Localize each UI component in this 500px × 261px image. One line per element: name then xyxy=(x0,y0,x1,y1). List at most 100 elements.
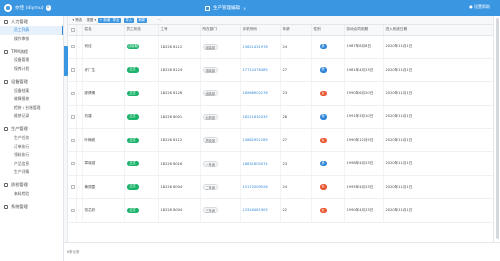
expand-arrow-icon[interactable]: › xyxy=(78,185,79,189)
employee-id-cell: 18226 8112 xyxy=(158,35,201,59)
sidebar-item[interactable]: 设备管理 xyxy=(0,56,63,65)
row-checkbox-cell[interactable] xyxy=(68,151,77,176)
sidebar-group[interactable]: 质检管理 xyxy=(0,181,63,190)
name-cell: 黄丽霞 xyxy=(82,175,125,200)
row-checkbox-cell[interactable] xyxy=(68,198,77,223)
phone-cell[interactable]: 18831805074 xyxy=(240,151,281,176)
expand-arrow-icon[interactable]: › xyxy=(78,138,79,142)
join-date-cell: 2020年11月1日 xyxy=(383,175,493,200)
row-checkbox[interactable] xyxy=(71,68,75,72)
view-switch-button[interactable]: 视图 ▾ xyxy=(85,18,98,24)
employee-id-cell: 18226 8126 xyxy=(158,81,201,106)
contract-date-cell: 1998年4月23日 xyxy=(344,151,384,176)
expand-arrow-icon[interactable]: › xyxy=(78,208,79,212)
tab-close-icon[interactable]: × xyxy=(243,6,246,11)
column-header: 员工状态 xyxy=(124,25,159,36)
gender-badge: 女 xyxy=(319,90,327,97)
row-checkbox-cell[interactable] xyxy=(68,105,77,130)
sidebar-item[interactable]: 订单执行 xyxy=(0,142,63,151)
sidebar-item[interactable]: 操作审核 xyxy=(0,35,63,44)
filter-button[interactable]: ▾ 筛选 xyxy=(71,18,84,24)
table-row[interactable]: › 张芯欣 正式 18226 8004 三车间 13316481905 22 女 1990年4月… xyxy=(68,198,493,223)
table-row[interactable]: › 叶梅苑 正式 18226 8112 质检部 13682951289 27 女 1990年12… xyxy=(68,128,493,153)
sidebar-item[interactable]: 检修 / 台账管理 xyxy=(0,104,63,113)
phone-cell[interactable]: 15172009526 xyxy=(240,175,281,200)
sidebar-item[interactable]: 生产任务 xyxy=(0,134,63,143)
employee-id-cell: 18226 8001 xyxy=(158,105,201,130)
sidebar-group[interactable]: 系统管理 xyxy=(0,202,63,211)
phone-cell[interactable]: 13682951289 xyxy=(240,128,281,153)
refresh-button[interactable]: 刷新 xyxy=(137,17,147,24)
active-tab[interactable]: 生产管理编辑 × xyxy=(205,4,246,12)
notification-badge[interactable]: 8 xyxy=(45,5,52,11)
age-cell: 23 xyxy=(280,81,312,106)
table-row[interactable]: › 何佳 试用期 18226 8112 组装部 13621431978 24 男 1987年6月… xyxy=(68,35,493,59)
tab-document-icon xyxy=(205,5,210,11)
table-row[interactable]: › 许厂生 正式 18226 8124 组装部 17712478489 27 男 1981年4月… xyxy=(68,58,493,83)
employee-id-cell: 18226 8004 xyxy=(158,175,201,200)
add-button[interactable]: + 新增 xyxy=(98,17,112,24)
department-tag: 后勤部 xyxy=(202,113,219,120)
sidebar-group[interactable]: 生产管理 xyxy=(0,125,63,134)
contract-date-cell: 1990年6月20日 xyxy=(344,81,384,106)
row-checkbox[interactable] xyxy=(71,44,75,49)
select-all-checkbox[interactable] xyxy=(68,25,77,36)
group-icon xyxy=(4,19,8,24)
expand-arrow-icon[interactable]: › xyxy=(78,91,79,95)
row-checkbox[interactable] xyxy=(71,91,75,96)
sidebar-item[interactable]: 维修记录 xyxy=(0,112,63,121)
sidebar-item[interactable]: 保养计划 xyxy=(0,65,63,74)
department-tag: 组装部 xyxy=(202,67,219,74)
sidebar-item[interactable]: 产品信息 xyxy=(0,160,63,169)
row-checkbox-cell[interactable] xyxy=(68,175,77,200)
user-menu[interactable]: ● 设置帮助 xyxy=(469,4,490,10)
sidebar-item[interactable]: 来料检验 xyxy=(0,190,63,199)
import-button[interactable]: 导入 xyxy=(124,17,134,24)
sidebar-item[interactable]: 员工列表 xyxy=(0,26,63,35)
sidebar-item[interactable]: 设备档案 xyxy=(0,86,63,95)
sidebar-group[interactable]: TPM流程 xyxy=(0,47,63,56)
phone-cell[interactable]: 17712478489 xyxy=(240,58,281,83)
expand-arrow-icon[interactable]: › xyxy=(78,162,79,166)
gender-badge: 男 xyxy=(319,114,327,120)
more-button[interactable]: ··· xyxy=(156,18,162,24)
phone-cell[interactable]: 18968902278 xyxy=(240,81,281,106)
sidebar-item[interactable]: 故障报修 xyxy=(0,95,63,104)
sidebar-item[interactable]: 生产详情 xyxy=(0,168,63,177)
table-row[interactable]: › 黄丽霞 正式 18226 8004 二车间 15172009526 24 女 1995年4月… xyxy=(68,175,493,200)
table-row[interactable]: › 廖倩倩 正式 18226 8126 组装部 18968902278 23 女 1990年6月… xyxy=(68,81,493,106)
expand-arrow-icon[interactable]: › xyxy=(78,45,79,49)
sidebar-group[interactable]: 设备管理 xyxy=(0,77,63,86)
age-cell: 24 xyxy=(280,35,312,59)
table-row[interactable]: › 章晓强 正式 18226 8016 一车间 18831805074 23 男 1998年4月… xyxy=(68,151,493,176)
phone-cell[interactable]: 13316481905 xyxy=(240,198,281,223)
row-checkbox-cell[interactable] xyxy=(68,128,77,153)
row-checkbox[interactable] xyxy=(71,138,75,142)
sidebar-item-label: 操作审核 xyxy=(14,35,30,41)
gender-badge: 男 xyxy=(319,67,327,73)
expand-arrow-icon[interactable]: › xyxy=(78,68,79,72)
row-checkbox[interactable] xyxy=(71,208,75,213)
export-button[interactable]: 导出 xyxy=(111,17,121,24)
table-row[interactable]: › 刘建 正式 18226 8001 后勤部 18221832035 28 男 1991年3月1… xyxy=(68,105,493,130)
sidebar-group[interactable]: 人力管理 xyxy=(0,17,63,26)
expand-arrow-icon[interactable]: › xyxy=(78,115,79,119)
brand[interactable]: 亦佳 (diymu) 8 xyxy=(4,3,52,13)
contract-date-cell: 1991年3月10日 xyxy=(344,105,384,130)
sidebar-group-label: 设备管理 xyxy=(11,78,28,84)
row-checkbox[interactable] xyxy=(71,115,75,119)
row-checkbox[interactable] xyxy=(71,185,75,189)
scrollbar-thumb[interactable] xyxy=(496,18,499,239)
status-cell: 正式 xyxy=(124,81,159,106)
row-checkbox-cell[interactable] xyxy=(68,35,77,59)
row-checkbox[interactable] xyxy=(71,161,75,166)
row-checkbox-cell[interactable] xyxy=(68,58,77,83)
phone-cell[interactable]: 13621431978 xyxy=(240,35,281,59)
age-cell: 28 xyxy=(280,105,312,130)
phone-cell[interactable]: 18221832035 xyxy=(240,105,281,130)
sidebar-item[interactable]: 领料执行 xyxy=(0,151,63,160)
vertical-scrollbar[interactable] xyxy=(493,16,500,242)
group-icon xyxy=(4,49,8,54)
row-checkbox-cell[interactable] xyxy=(68,81,77,106)
checkbox-icon[interactable] xyxy=(71,28,75,32)
